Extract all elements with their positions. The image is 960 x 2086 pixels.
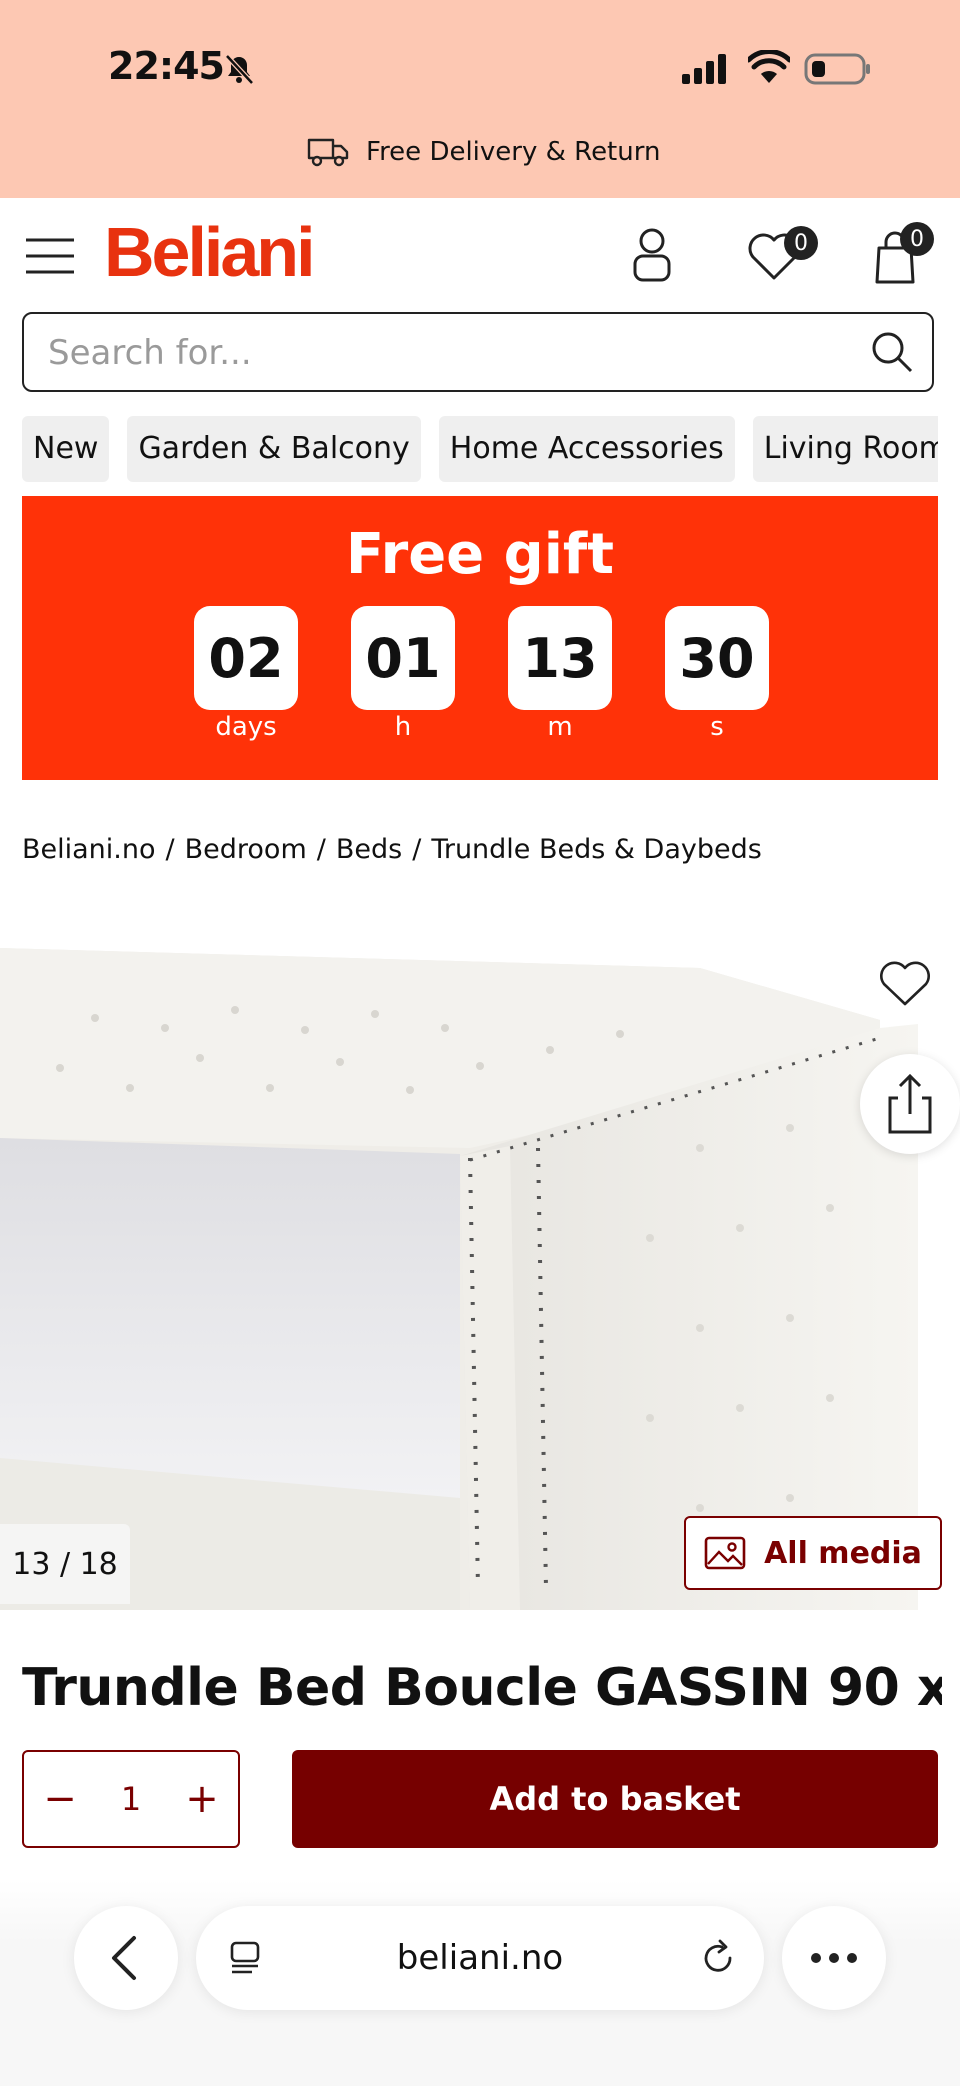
- promo-text: Free Delivery & Return: [366, 137, 661, 167]
- share-icon: [888, 1073, 932, 1134]
- breadcrumb-separator: /: [316, 834, 326, 865]
- countdown-seconds-value: 30: [665, 606, 769, 710]
- image-counter: 13 / 18: [0, 1524, 130, 1604]
- countdown-seconds-label: s: [710, 712, 724, 742]
- product-image[interactable]: [0, 938, 960, 1610]
- countdown-minutes: 13 m: [508, 606, 612, 742]
- all-media-button[interactable]: All media: [684, 1516, 942, 1590]
- wishlist-count-badge: 0: [784, 226, 818, 260]
- beliani-logo[interactable]: Beliani: [104, 212, 316, 292]
- url-text: beliani.no: [396, 1938, 564, 1978]
- search-input[interactable]: [46, 314, 870, 391]
- countdown-days: 02 days: [194, 606, 298, 742]
- countdown-hours-label: h: [394, 712, 412, 742]
- breadcrumb-trundle-beds[interactable]: Trundle Beds & Daybeds: [431, 834, 762, 865]
- delivery-truck-icon: [307, 138, 349, 167]
- daybed-photo: [0, 948, 918, 1610]
- gift-title: Free gift: [345, 522, 615, 587]
- more-dots-icon: [811, 1953, 857, 1963]
- reload-icon[interactable]: [698, 1938, 738, 1978]
- category-chips: New Garden & Balcony Home Accessories Li…: [22, 416, 938, 482]
- search-bar: [22, 312, 934, 392]
- cell-signal-icon: [682, 54, 726, 84]
- chevron-left-icon: [112, 1936, 136, 1980]
- search-icon[interactable]: [870, 330, 914, 374]
- countdown-minutes-value: 13: [508, 606, 612, 710]
- promo-banner[interactable]: Free Delivery & Return: [306, 132, 660, 172]
- address-bar[interactable]: beliani.no: [196, 1906, 764, 2010]
- free-gift-banner[interactable]: Free gift 02 days 01 h 13 m 30 s: [22, 496, 938, 780]
- menu-hamburger-icon[interactable]: [24, 236, 76, 276]
- countdown-hours: 01 h: [351, 606, 455, 742]
- all-media-label: All media: [764, 1535, 922, 1571]
- category-chip-new[interactable]: New: [22, 416, 110, 482]
- breadcrumb: Beliani.no / Bedroom / Beds / Trundle Be…: [22, 834, 762, 865]
- decrease-quantity-button[interactable]: −: [42, 1776, 78, 1822]
- product-title: Trundle Bed Boucle GASSIN 90 x: [22, 1658, 942, 1718]
- muted-bell-icon: [225, 54, 254, 85]
- breadcrumb-bedroom[interactable]: Bedroom: [185, 834, 307, 865]
- cart-button[interactable]: 0: [870, 222, 950, 284]
- cart-count-badge: 0: [900, 222, 934, 256]
- wifi-icon: [748, 50, 790, 83]
- breadcrumb-separator: /: [165, 834, 175, 865]
- add-to-wishlist-heart-icon[interactable]: [876, 958, 934, 1010]
- countdown-days-label: days: [215, 712, 277, 742]
- share-button[interactable]: [860, 1054, 960, 1154]
- browser-back-button[interactable]: [74, 1906, 178, 2010]
- status-time: 22:45: [108, 44, 225, 88]
- wishlist-button[interactable]: 0: [746, 226, 826, 284]
- category-chip-home-accessories[interactable]: Home Accessories: [438, 416, 735, 482]
- quantity-value[interactable]: 1: [121, 1780, 141, 1818]
- countdown-minutes-label: m: [547, 712, 573, 742]
- image-gallery-icon: [704, 1536, 746, 1570]
- countdown-hours-value: 01: [351, 606, 455, 710]
- breadcrumb-home[interactable]: Beliani.no: [22, 834, 156, 865]
- countdown-days-value: 02: [194, 606, 298, 710]
- breadcrumb-beds[interactable]: Beds: [336, 834, 402, 865]
- quantity-stepper: − 1 +: [22, 1750, 240, 1848]
- countdown-seconds: 30 s: [665, 606, 769, 742]
- category-chip-garden-balcony[interactable]: Garden & Balcony: [127, 416, 421, 482]
- battery-icon: [804, 53, 870, 85]
- browser-more-button[interactable]: [782, 1906, 886, 2010]
- category-chip-living-room[interactable]: Living Room: [752, 416, 938, 482]
- breadcrumb-separator: /: [412, 834, 422, 865]
- account-icon[interactable]: [628, 226, 676, 282]
- add-to-basket-button[interactable]: Add to basket: [292, 1750, 938, 1848]
- increase-quantity-button[interactable]: +: [184, 1776, 220, 1822]
